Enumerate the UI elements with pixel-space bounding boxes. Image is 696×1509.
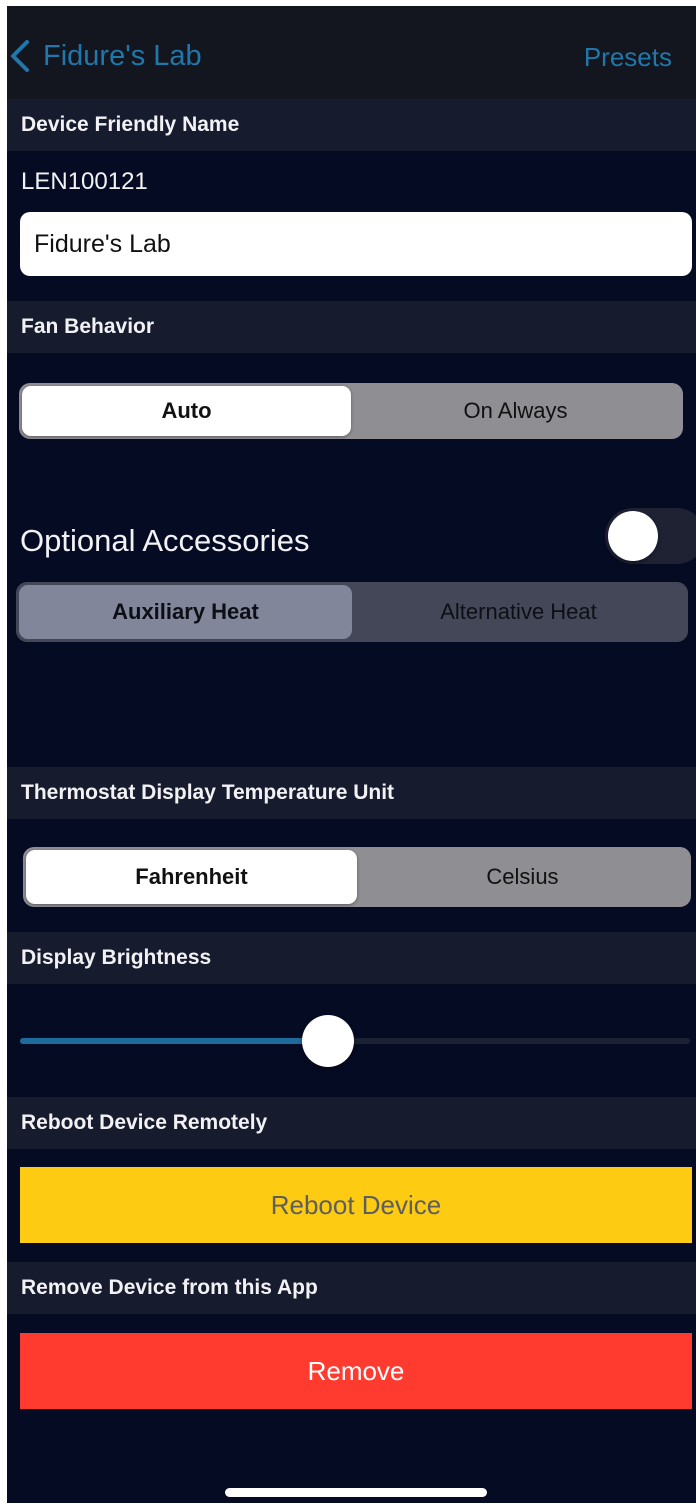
fan-behavior-header: Fan Behavior <box>7 301 696 353</box>
device-name-header: Device Friendly Name <box>7 99 696 151</box>
fan-behavior-control: Auto On Always <box>19 383 683 439</box>
remove-device-button[interactable]: Remove <box>20 1333 692 1409</box>
fan-option-auto[interactable]: Auto <box>22 386 351 436</box>
presets-button[interactable]: Presets <box>584 41 672 73</box>
device-name-input[interactable] <box>20 212 692 276</box>
toggle-knob <box>608 511 658 561</box>
optional-accessories-toggle[interactable] <box>605 508 696 564</box>
remove-device-header: Remove Device from this App <box>7 1262 696 1314</box>
display-brightness-header: Display Brightness <box>7 932 696 984</box>
optional-accessories-label: Optional Accessories <box>20 523 310 558</box>
reboot-header: Reboot Device Remotely <box>7 1097 696 1149</box>
back-button[interactable]: Fidure's Lab <box>9 39 202 73</box>
device-id: LEN100121 <box>21 168 148 195</box>
brightness-slider[interactable] <box>20 1009 690 1073</box>
slider-thumb[interactable] <box>302 1015 355 1067</box>
back-label: Fidure's Lab <box>43 40 202 72</box>
settings-screen: Fidure's Lab Presets Device Friendly Nam… <box>7 6 696 1503</box>
accessory-option-alternative-heat[interactable]: Alternative Heat <box>352 585 685 639</box>
reboot-device-button[interactable]: Reboot Device <box>20 1167 692 1243</box>
unit-option-fahrenheit[interactable]: Fahrenheit <box>26 850 357 904</box>
slider-fill <box>20 1038 329 1044</box>
accessory-option-auxiliary-heat[interactable]: Auxiliary Heat <box>19 585 352 639</box>
temperature-unit-header: Thermostat Display Temperature Unit <box>7 767 696 819</box>
chevron-left-icon <box>11 40 29 72</box>
accessory-type-control: Auxiliary Heat Alternative Heat <box>16 582 688 642</box>
temperature-unit-control: Fahrenheit Celsius <box>23 847 691 907</box>
home-indicator <box>225 1488 487 1497</box>
unit-option-celsius[interactable]: Celsius <box>357 850 688 904</box>
fan-option-on-always[interactable]: On Always <box>351 386 680 436</box>
navigation-bar: Fidure's Lab Presets <box>7 6 696 100</box>
